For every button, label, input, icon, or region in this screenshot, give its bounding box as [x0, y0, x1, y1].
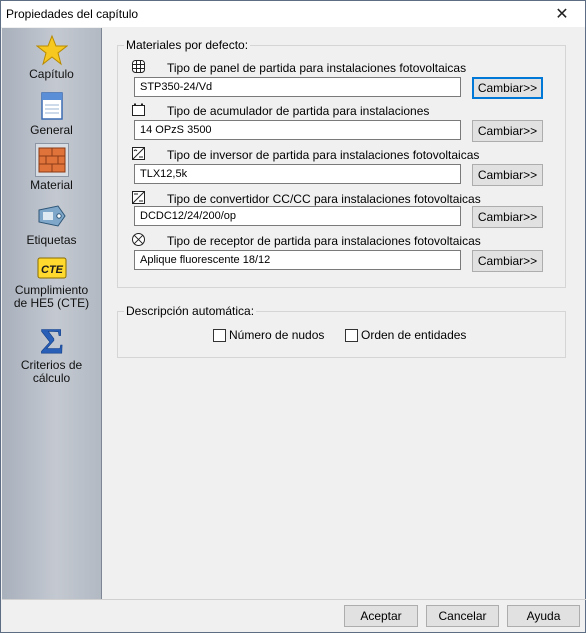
converter-icon — [132, 191, 145, 204]
entity-order-checkbox[interactable]: Orden de entidades — [345, 328, 466, 342]
sidebar-item-label: Criterios de cálculo — [20, 358, 83, 385]
battery-icon — [132, 103, 145, 116]
change-accumulator-button[interactable]: Cambiar>> — [472, 120, 543, 142]
entity-order-label: Orden de entidades — [361, 328, 467, 342]
sidebar-item-general[interactable]: General — [2, 90, 101, 137]
change-converter-button[interactable]: Cambiar>> — [472, 206, 543, 228]
cte-badge-icon: CTE — [37, 257, 66, 279]
checkbox-box[interactable] — [213, 328, 226, 342]
node-number-checkbox[interactable]: Número de nudos — [213, 328, 324, 342]
description-group-label: Descripción automática: — [124, 304, 257, 318]
sidebar-item-material[interactable]: Material — [2, 143, 101, 192]
converter-type-label: Tipo de convertidor CC/CC para instalaci… — [167, 192, 481, 206]
sidebar-item-capitulo[interactable]: Capítulo — [2, 34, 101, 81]
change-receptor-button[interactable]: Cambiar>> — [472, 250, 543, 272]
cte-badge-text: CTE — [41, 264, 64, 276]
receptor-type-field[interactable]: Aplique fluorescente 18/12 — [134, 250, 461, 270]
accumulator-type-field[interactable]: 14 OPzS 3500 — [134, 120, 461, 140]
sidebar-item-label: Capítulo — [29, 67, 74, 81]
sidebar-item-label: General — [30, 123, 73, 137]
sidebar-item-criterios[interactable]: Σ Criterios de cálculo — [2, 323, 101, 385]
change-panel-button[interactable]: Cambiar>> — [472, 77, 543, 99]
panel-type-label: Tipo de panel de partida para instalacio… — [167, 61, 467, 75]
close-button[interactable]: ✕ — [539, 1, 585, 27]
sidebar-item-label: Etiquetas — [26, 233, 77, 247]
footer-divider — [2, 599, 586, 600]
converter-type-field[interactable]: DCDC12/24/200/op — [134, 206, 461, 226]
solar-panel-icon — [132, 60, 145, 73]
tag-icon — [38, 205, 66, 227]
inverter-type-field[interactable]: TLX12,5k — [134, 164, 461, 184]
cancel-button[interactable]: Cancelar — [426, 605, 499, 627]
inverter-icon — [132, 147, 145, 160]
brick-icon — [38, 147, 65, 173]
accumulator-type-label: Tipo de acumulador de partida para insta… — [167, 104, 430, 118]
window-title: Propiedades del capítulo — [6, 7, 139, 21]
dialog-window: Propiedades del capítulo ✕ Capítulo Gene… — [0, 0, 586, 633]
notebook-icon — [40, 92, 63, 120]
node-number-label: Número de nudos — [229, 328, 325, 342]
change-inverter-button[interactable]: Cambiar>> — [472, 164, 543, 186]
panel-type-field[interactable]: STP350-24/Vd — [134, 77, 461, 97]
sigma-glyph: Σ — [40, 323, 64, 357]
accept-button[interactable]: Aceptar — [344, 605, 418, 627]
sidebar-item-label: Cumplimiento de HE5 (CTE) — [13, 283, 90, 310]
materials-group-label: Materiales por defecto: — [124, 38, 251, 52]
help-button[interactable]: Ayuda — [507, 605, 580, 627]
sidebar-item-label: Material — [30, 178, 73, 192]
sigma-icon: Σ — [39, 323, 64, 357]
sidebar-item-etiquetas[interactable]: Etiquetas — [2, 200, 101, 247]
star-icon — [35, 34, 68, 66]
description-group: Descripción automática: — [117, 304, 566, 358]
receptor-type-label: Tipo de receptor de partida para instala… — [167, 234, 481, 248]
inverter-type-label: Tipo de inversor de partida para instala… — [167, 148, 480, 162]
sidebar: Capítulo General Material Etiquetas CTE … — [2, 28, 102, 599]
checkbox-box[interactable] — [345, 328, 358, 342]
selected-highlight — [34, 143, 69, 177]
lamp-receptor-icon — [132, 233, 145, 246]
sidebar-item-cumplimiento-he5[interactable]: CTE Cumplimiento de HE5 (CTE) — [2, 256, 101, 310]
title-bar[interactable]: Propiedades del capítulo ✕ — [1, 1, 585, 27]
